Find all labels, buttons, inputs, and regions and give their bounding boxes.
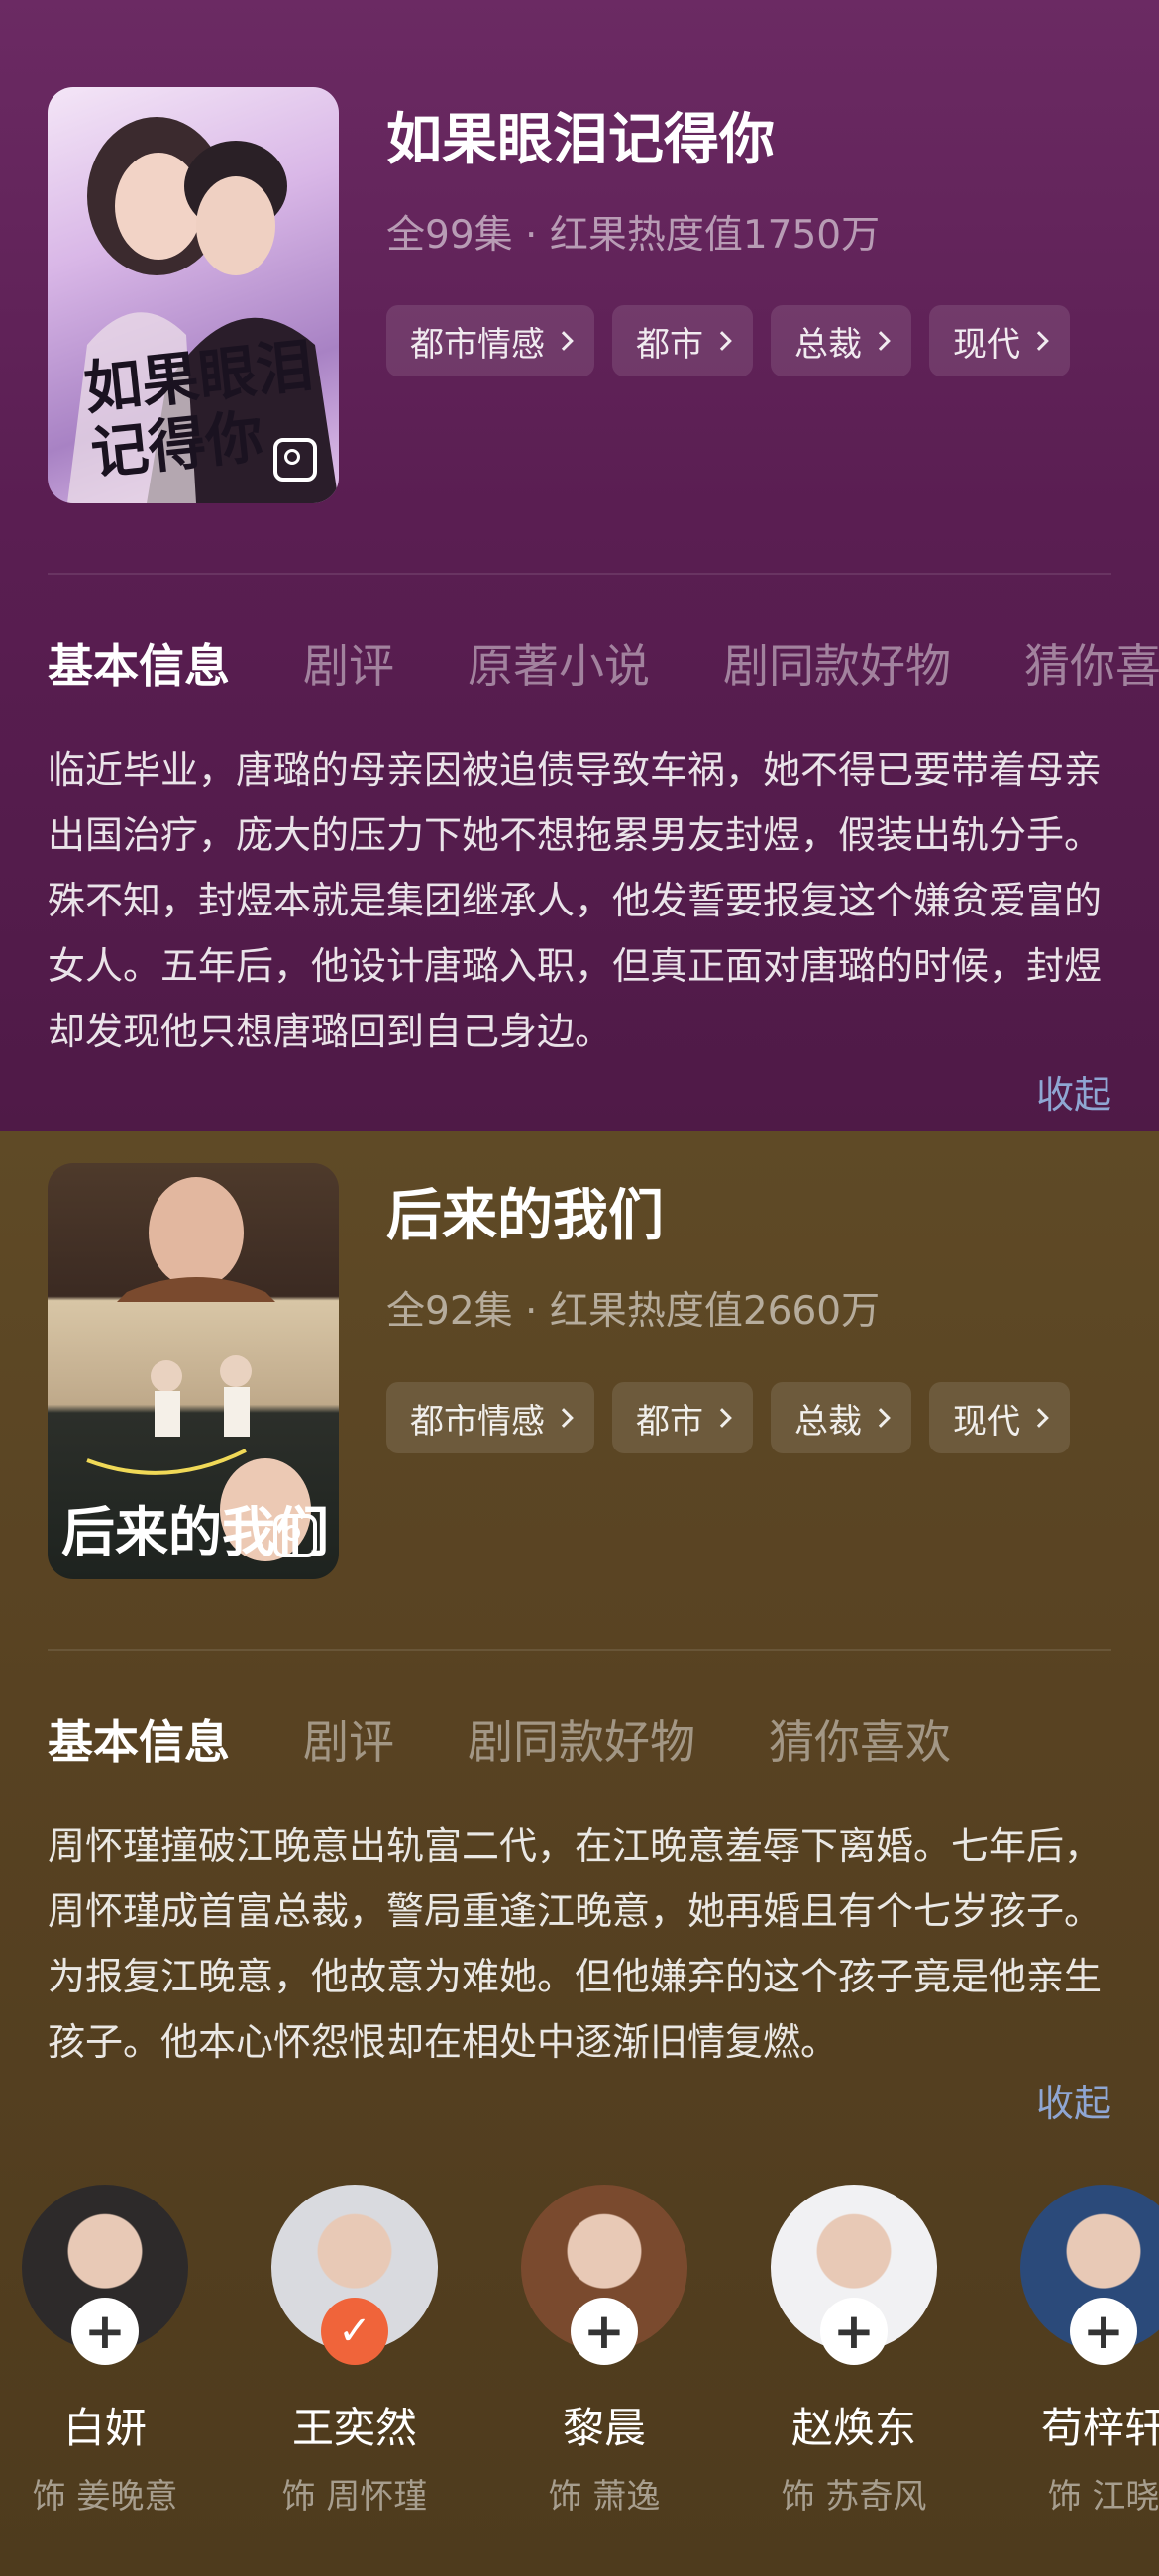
followed-check-icon[interactable]: ✓ xyxy=(321,2298,388,2365)
cast-name: 白妍 xyxy=(62,2404,147,2452)
tag-label: 现代 xyxy=(953,1401,1020,1442)
tag-chip[interactable]: 都市 xyxy=(612,305,753,376)
tag-list: 都市情感 都市 总裁 现代 xyxy=(386,305,1070,376)
tag-label: 现代 xyxy=(953,324,1020,365)
cast-member[interactable]: + 赵焕东 饰 苏奇风 xyxy=(771,2185,937,2518)
synopsis-text: 临近毕业，唐璐的母亲因被追债导致车祸，她不得已要带着母亲出国治疗，庞大的压力下她… xyxy=(48,748,1103,1053)
tab-bar: 基本信息 剧评 原著小说 剧同款好物 猜你喜 xyxy=(48,630,1159,696)
cast-name: 黎晨 xyxy=(562,2404,646,2452)
gallery-icon[interactable] xyxy=(273,438,317,482)
collapse-button[interactable]: 收起 xyxy=(1036,1064,1111,1119)
drama-title: 如果眼泪记得你 xyxy=(386,108,775,172)
follow-add-icon[interactable]: + xyxy=(1070,2298,1137,2365)
cast-name: 王奕然 xyxy=(291,2404,417,2452)
tag-chip[interactable]: 都市情感 xyxy=(386,305,594,376)
tag-chip[interactable]: 都市情感 xyxy=(386,1382,594,1453)
tab-reviews[interactable]: 剧评 xyxy=(303,1706,394,1771)
avatar[interactable]: + xyxy=(521,2185,687,2365)
synopsis-text: 周怀瑾撞破江晚意出轨富二代，在江晚意羞辱下离婚。七年后，周怀瑾成首富总裁，警局重… xyxy=(48,1824,1103,2064)
tag-label: 都市情感 xyxy=(410,1401,545,1442)
drama-card-2: 后来的我们 后来的我们 全92集 · 红果热度值2660万 都市情感 都市 总裁… xyxy=(0,1131,1159,2576)
chevron-right-icon xyxy=(712,331,732,351)
cast-member[interactable]: + 白妍 饰 姜晚意 xyxy=(22,2185,188,2518)
avatar[interactable]: ✓ xyxy=(271,2185,438,2365)
cast-member[interactable]: ✓ 王奕然 饰 周怀瑾 xyxy=(271,2185,438,2518)
collapse-button[interactable]: 收起 xyxy=(1036,2073,1111,2127)
tab-basic-info[interactable]: 基本信息 xyxy=(48,630,230,696)
tag-chip[interactable]: 总裁 xyxy=(771,305,911,376)
cast-role: 饰 萧逸 xyxy=(548,2477,661,2517)
cast-list: + 白妍 饰 姜晚意 ✓ 王奕然 饰 周怀瑾 + 黎晨 饰 萧逸 + 赵焕东 饰… xyxy=(22,2185,1159,2518)
tab-merchandise[interactable]: 剧同款好物 xyxy=(468,1706,695,1771)
drama-poster[interactable]: 如果眼泪记得你 xyxy=(48,87,339,503)
tab-merchandise[interactable]: 剧同款好物 xyxy=(723,630,951,696)
tag-chip[interactable]: 都市 xyxy=(612,1382,753,1453)
tag-list: 都市情感 都市 总裁 现代 xyxy=(386,1382,1070,1453)
tab-recommendations[interactable]: 猜你喜欢 xyxy=(769,1706,951,1771)
tag-label: 都市 xyxy=(636,324,703,365)
avatar[interactable]: + xyxy=(22,2185,188,2365)
follow-add-icon[interactable]: + xyxy=(820,2298,888,2365)
follow-add-icon[interactable]: + xyxy=(571,2298,638,2365)
drama-meta: 全99集 · 红果热度值1750万 xyxy=(386,213,881,258)
drama-meta: 全92集 · 红果热度值2660万 xyxy=(386,1289,881,1334)
gallery-icon[interactable] xyxy=(273,1514,317,1557)
follow-add-icon[interactable]: + xyxy=(71,2298,139,2365)
tab-reviews[interactable]: 剧评 xyxy=(303,630,394,696)
tag-label: 都市 xyxy=(636,1401,703,1442)
divider xyxy=(48,573,1111,575)
chevron-right-icon xyxy=(1029,1408,1049,1428)
tab-original-novel[interactable]: 原著小说 xyxy=(468,630,650,696)
tag-label: 总裁 xyxy=(794,324,862,365)
cast-name: 赵焕东 xyxy=(790,2404,916,2452)
drama-poster[interactable]: 后来的我们 xyxy=(48,1163,339,1579)
tag-chip[interactable]: 现代 xyxy=(929,305,1070,376)
tag-chip[interactable]: 现代 xyxy=(929,1382,1070,1453)
avatar[interactable]: + xyxy=(771,2185,937,2365)
tag-chip[interactable]: 总裁 xyxy=(771,1382,911,1453)
tag-label: 总裁 xyxy=(794,1401,862,1442)
chevron-right-icon xyxy=(554,331,574,351)
cast-member[interactable]: + 黎晨 饰 萧逸 xyxy=(521,2185,687,2518)
cast-role: 饰 苏奇风 xyxy=(781,2477,927,2517)
chevron-right-icon xyxy=(871,1408,891,1428)
chevron-right-icon xyxy=(712,1408,732,1428)
cast-role: 饰 周怀瑾 xyxy=(281,2477,428,2517)
drama-card-1: 如果眼泪记得你 如果眼泪记得你 全99集 · 红果热度值1750万 都市情感 都… xyxy=(0,0,1159,1131)
cast-role: 饰 江晓 xyxy=(1047,2477,1159,2517)
divider xyxy=(48,1649,1111,1651)
tag-label: 都市情感 xyxy=(410,324,545,365)
avatar[interactable]: + xyxy=(1020,2185,1159,2365)
chevron-right-icon xyxy=(554,1408,574,1428)
cast-member[interactable]: + 苟梓轩 饰 江晓 xyxy=(1020,2185,1159,2518)
cast-role: 饰 姜晚意 xyxy=(32,2477,178,2517)
tab-bar: 基本信息 剧评 剧同款好物 猜你喜欢 xyxy=(48,1706,951,1771)
chevron-right-icon xyxy=(1029,331,1049,351)
chevron-right-icon xyxy=(871,331,891,351)
drama-title: 后来的我们 xyxy=(386,1184,664,1248)
tab-recommendations[interactable]: 猜你喜 xyxy=(1024,630,1159,696)
tab-basic-info[interactable]: 基本信息 xyxy=(48,1706,230,1771)
cast-name: 苟梓轩 xyxy=(1040,2404,1159,2452)
